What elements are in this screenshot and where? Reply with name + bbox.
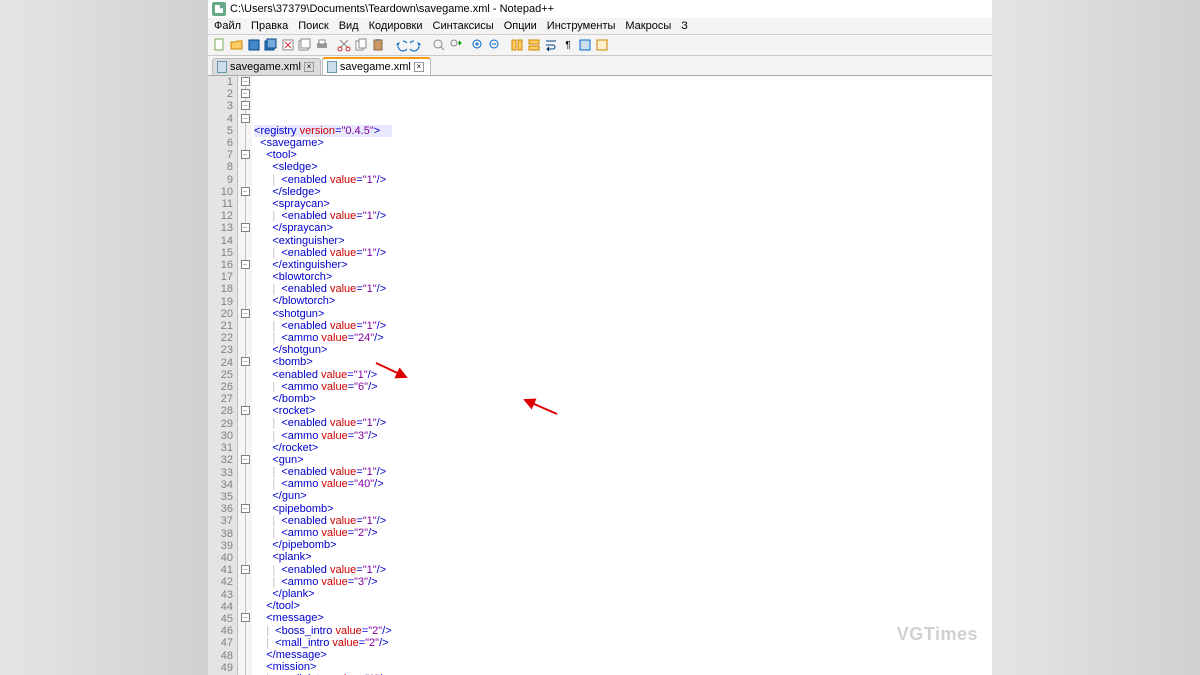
menu-edit[interactable]: Правка: [251, 20, 288, 32]
replace-icon[interactable]: [448, 37, 464, 53]
watermark: VGTimes: [897, 624, 978, 645]
doc-map-icon[interactable]: [594, 37, 610, 53]
redo-icon[interactable]: [409, 37, 425, 53]
sync-v-icon[interactable]: [509, 37, 525, 53]
zoom-out-icon[interactable]: [487, 37, 503, 53]
cut-icon[interactable]: [336, 37, 352, 53]
menu-encodings[interactable]: Кодировки: [369, 20, 423, 32]
tab-bar: savegame.xml × savegame.xml ×: [208, 56, 992, 76]
toolbar: ¶: [208, 35, 992, 56]
wrap-icon[interactable]: [543, 37, 559, 53]
tab-close-icon[interactable]: ×: [304, 62, 314, 72]
undo-icon[interactable]: [392, 37, 408, 53]
paste-icon[interactable]: [370, 37, 386, 53]
menu-macros[interactable]: Макросы: [625, 20, 671, 32]
annotation-arrow-2: [482, 386, 559, 434]
menu-file[interactable]: Файл: [214, 20, 241, 32]
open-icon[interactable]: [229, 37, 245, 53]
sync-h-icon[interactable]: [526, 37, 542, 53]
menu-search[interactable]: Поиск: [298, 20, 328, 32]
save-icon[interactable]: [246, 37, 262, 53]
tab-savegame-2[interactable]: savegame.xml ×: [322, 57, 431, 75]
close-icon[interactable]: [280, 37, 296, 53]
print-icon[interactable]: [314, 37, 330, 53]
zoom-in-icon[interactable]: [470, 37, 486, 53]
menubar: Файл Правка Поиск Вид Кодировки Синтакси…: [208, 18, 992, 35]
tab-close-icon[interactable]: ×: [414, 62, 424, 72]
notepadpp-window: C:\Users\37379\Documents\Teardown\savega…: [208, 0, 992, 675]
copy-icon[interactable]: [353, 37, 369, 53]
line-number-gutter: 1234567891011121314151617181920212223242…: [208, 76, 238, 675]
close-all-icon[interactable]: [297, 37, 313, 53]
menu-more[interactable]: З: [681, 20, 688, 32]
window-title: C:\Users\37379\Documents\Teardown\savega…: [230, 3, 554, 15]
code-area[interactable]: <registry version="0.4.5"> <savegame> <t…: [252, 76, 392, 675]
menu-syntax[interactable]: Синтаксисы: [433, 20, 494, 32]
tab-label: savegame.xml: [340, 61, 411, 73]
show-all-icon[interactable]: ¶: [560, 37, 576, 53]
file-icon: [217, 61, 227, 73]
fold-gutter[interactable]: −−−−−−−−−−−−−−−: [238, 76, 252, 675]
app-icon: [212, 2, 226, 16]
editor[interactable]: 1234567891011121314151617181920212223242…: [208, 76, 992, 675]
indent-guide-icon[interactable]: [577, 37, 593, 53]
titlebar[interactable]: C:\Users\37379\Documents\Teardown\savega…: [208, 0, 992, 18]
menu-view[interactable]: Вид: [339, 20, 359, 32]
file-icon: [327, 61, 337, 73]
tab-label: savegame.xml: [230, 61, 301, 73]
new-icon[interactable]: [212, 37, 228, 53]
find-icon[interactable]: [431, 37, 447, 53]
menu-options[interactable]: Опции: [504, 20, 537, 32]
menu-tools[interactable]: Инструменты: [547, 20, 616, 32]
tab-savegame-1[interactable]: savegame.xml ×: [212, 58, 321, 75]
save-all-icon[interactable]: [263, 37, 279, 53]
